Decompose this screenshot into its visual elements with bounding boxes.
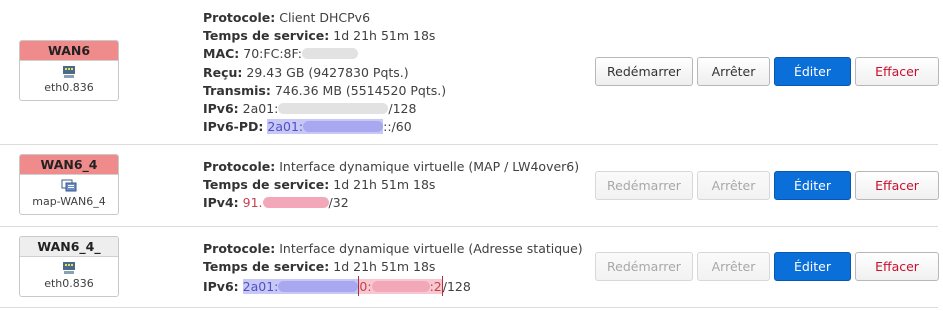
interface-badge-wan6-4[interactable]: WAN6_4 map-WAN6_4 [19,154,119,215]
ipv6pd-prefix: 2a01: [267,119,304,135]
rx-label: Reçu: [203,64,243,80]
redacted-mask [278,281,359,293]
protocol-label: Protocole: [203,241,276,256]
redacted-mask [371,281,430,293]
redacted-mask [278,103,389,115]
uptime-value: 1d 21h 51m 18s [333,177,436,193]
ipv6-suffix: /128 [388,101,417,117]
uptime-value: 1d 21h 51m 18s [333,259,436,275]
stop-button[interactable]: Arrêter [697,57,770,86]
interface-device: map-WAN6_4 [32,195,106,208]
interface-row-wan6-4-static: WAN6_4_ eth0.836 Protocole: Interface dy… [0,227,939,308]
mac-label: MAC: [203,46,240,62]
interface-device: eth0.836 [44,81,94,94]
restart-button[interactable]: Redémarrer [595,252,693,281]
ipv6-suffix: /128 [442,279,471,295]
virtual-interface-icon [61,179,77,192]
ethernet-port-icon [63,262,75,274]
interface-status-info: Protocole: Client DHCPv6 Temps de servic… [203,9,446,136]
ipv6pd-suffix: ::/60 [383,119,412,135]
ipv4-suffix: /32 [328,195,349,211]
protocol-value: Interface dynamique virtuelle (Adresse s… [279,241,583,256]
redacted-mask [301,48,358,60]
ipv6pd-label: IPv6-PD: [203,119,264,135]
protocol-label: Protocole: [203,10,276,25]
delete-button[interactable]: Effacer [855,171,939,200]
rx-value: 29.43 GB (9427830 Pqts.) [246,64,409,80]
ipv4-label: IPv4: [203,195,239,211]
ipv6-label: IPv6: [203,279,239,295]
mac-value: 70:FC:8F: [243,46,302,62]
restart-button[interactable]: Redémarrer [595,57,693,86]
edit-button[interactable]: Éditer [774,57,851,86]
ipv6-prefix: 2a01: [242,279,279,295]
delete-button[interactable]: Effacer [855,57,939,86]
ipv6-label: IPv6: [203,101,239,117]
stop-button[interactable]: Arrêter [697,252,770,281]
interface-device: eth0.836 [44,277,94,290]
restart-button[interactable]: Redémarrer [595,171,693,200]
interface-name: WAN6_4_ [20,237,118,257]
edit-button[interactable]: Éditer [774,252,851,281]
interface-name: WAN6 [20,41,118,61]
redacted-mask [262,197,329,209]
edit-button[interactable]: Éditer [774,171,851,200]
ipv6-mid: 0: [359,279,372,295]
uptime-label: Temps de service: [203,28,330,44]
ipv6-tail: :2 [429,279,442,295]
interface-badge-wan6[interactable]: WAN6 eth0.836 [19,40,119,101]
protocol-label: Protocole: [203,159,276,174]
uptime-label: Temps de service: [203,177,330,193]
tx-value: 746.36 MB (5514520 Pqts.) [274,82,447,98]
protocol-value: Client DHCPv6 [279,10,371,25]
interface-status-info: Protocole: Interface dynamique virtuelle… [203,158,579,213]
ipv4-prefix: 91. [242,195,263,211]
interface-status-info: Protocole: Interface dynamique virtuelle… [203,240,583,297]
protocol-value: Interface dynamique virtuelle (MAP / LW4… [279,159,580,174]
interface-row-wan6-4: WAN6_4 map-WAN6_4 Protocole: Interface d… [0,145,939,227]
interface-name: WAN6_4 [20,155,118,175]
stop-button[interactable]: Arrêter [697,171,770,200]
uptime-value: 1d 21h 51m 18s [333,28,436,44]
ipv6-prefix: 2a01: [242,101,279,117]
ethernet-port-icon [63,66,75,78]
interface-row-wan6: WAN6 eth0.836 Protocole: Client DHCPv6 T… [0,0,939,145]
delete-button[interactable]: Effacer [855,252,939,281]
uptime-label: Temps de service: [203,259,330,275]
tx-label: Transmis: [203,82,271,98]
redacted-mask [303,121,384,133]
interface-badge-wan6-4-static[interactable]: WAN6_4_ eth0.836 [19,236,119,297]
